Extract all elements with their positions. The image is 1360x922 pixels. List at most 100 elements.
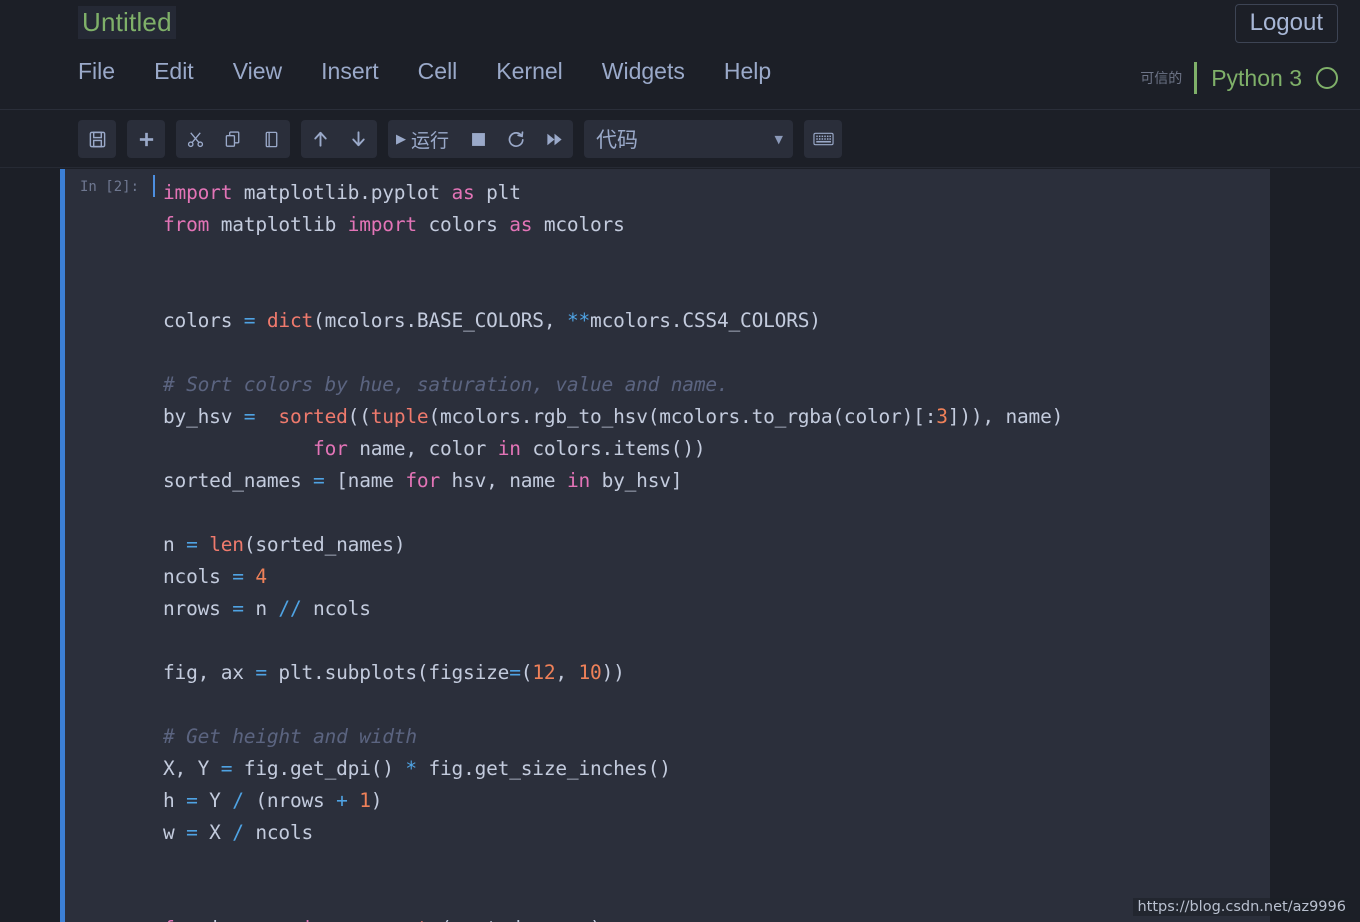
chevron-down-icon: ▼: [774, 132, 784, 146]
code-token: =: [255, 661, 267, 684]
code-token: w: [163, 821, 187, 844]
copy-button[interactable]: [214, 120, 252, 158]
notebook-toolbar: ▶ 运行 代码 ▼: [0, 111, 1360, 168]
menu-item-view[interactable]: View: [233, 60, 305, 83]
code-token: ((: [347, 405, 371, 428]
notebook-header: Untitled Logout File Edit View Insert Ce…: [0, 0, 1360, 110]
save-button[interactable]: [78, 120, 116, 158]
insert-cell-below-button[interactable]: [127, 120, 165, 158]
paste-button[interactable]: [252, 120, 290, 158]
code-token: matplotlib: [220, 213, 348, 236]
notebook-title[interactable]: Untitled: [78, 6, 176, 39]
code-token: mcolors.CSS4_COLORS): [590, 309, 821, 332]
code-token: matplotlib.pyplot: [243, 181, 452, 204]
menu-item-widgets[interactable]: Widgets: [602, 60, 708, 83]
command-palette-button[interactable]: [804, 120, 842, 158]
code-token: +: [336, 789, 348, 812]
menu-item-help[interactable]: Help: [724, 60, 794, 83]
code-token: 3: [936, 405, 948, 428]
menu-item-file[interactable]: File: [78, 60, 138, 83]
code-token: enumerate: [336, 917, 440, 922]
code-token: /: [232, 789, 244, 812]
text-cursor: [153, 175, 155, 197]
code-token: # Get height and width: [163, 725, 417, 748]
code-token: import: [163, 181, 244, 204]
code-token: for: [405, 469, 452, 492]
code-token: plt: [486, 181, 521, 204]
fast-forward-icon: [545, 130, 564, 149]
code-token: (sorted_names): [243, 533, 406, 556]
restart-and-run-all-button[interactable]: [535, 120, 573, 158]
code-token: by_hsv: [163, 405, 244, 428]
code-token: 12: [532, 661, 556, 684]
code-token: 1: [359, 789, 371, 812]
code-cell[interactable]: In [2]: import matplotlib.pyplot as plt f…: [60, 169, 1270, 922]
code-line: for name, color in colors.items()): [163, 433, 1270, 465]
move-cell-up-button[interactable]: [301, 120, 339, 158]
code-token: =: [220, 757, 233, 780]
code-token: hsv, name: [451, 469, 567, 492]
toolbar-group-insert: [127, 120, 165, 158]
code-token: as: [509, 213, 544, 236]
code-token: (mcolors.BASE_COLORS,: [313, 309, 567, 332]
code-line: sorted_names = [name for hsv, name in by…: [163, 465, 1270, 497]
code-line: # Sort colors by hue, saturation, value …: [163, 369, 1270, 401]
floppy-disk-icon: [88, 130, 107, 149]
keyboard-icon: [812, 131, 834, 147]
code-token: fig.get_size_inches(): [416, 757, 671, 780]
code-token: h: [163, 789, 187, 812]
menu-item-kernel[interactable]: Kernel: [496, 60, 585, 83]
cell-prompt: In [2]:: [65, 169, 155, 922]
circle-idle-icon: [1316, 67, 1338, 89]
code-line: n = len(sorted_names): [163, 529, 1270, 561]
code-token: n: [163, 533, 187, 556]
code-token: )): [601, 661, 625, 684]
restart-circular-arrow-icon: [507, 130, 526, 149]
cut-button[interactable]: [176, 120, 214, 158]
code-token: ncols: [163, 565, 233, 588]
kernel-name-label[interactable]: Python 3: [1211, 66, 1302, 90]
code-token: X, Y: [163, 757, 221, 780]
code-token: ])), name): [947, 405, 1064, 428]
notebook-body: In [2]: import matplotlib.pyplot as plt f…: [0, 169, 1360, 922]
code-token: i, name: [209, 917, 301, 922]
code-token: # Sort colors by hue, saturation, value …: [163, 373, 729, 396]
menu-item-cell[interactable]: Cell: [418, 60, 481, 83]
code-token: =: [232, 597, 244, 620]
run-cell-button[interactable]: ▶ 运行: [388, 120, 459, 158]
plus-icon: [137, 130, 156, 149]
menu-item-insert[interactable]: Insert: [321, 60, 402, 83]
interrupt-kernel-button[interactable]: [459, 120, 497, 158]
code-line: by_hsv = sorted((tuple(mcolors.rgb_to_hs…: [163, 401, 1270, 433]
code-line: h = Y / (nrows + 1): [163, 785, 1270, 817]
restart-kernel-button[interactable]: [497, 120, 535, 158]
kernel-indicator-area: 可信的 Python 3: [1140, 62, 1338, 94]
copy-icon: [224, 130, 243, 149]
code-token: (: [520, 661, 533, 684]
code-token: tuple: [370, 405, 429, 428]
logout-button[interactable]: Logout: [1234, 4, 1338, 44]
move-cell-down-button[interactable]: [339, 120, 377, 158]
arrow-up-icon: [311, 129, 330, 149]
code-token: fig, ax: [163, 661, 256, 684]
cell-type-dropdown[interactable]: 代码 ▼: [584, 120, 794, 158]
trusted-badge[interactable]: 可信的: [1140, 68, 1182, 88]
code-line: X, Y = fig.get_dpi() * fig.get_size_inch…: [163, 753, 1270, 785]
code-editor[interactable]: import matplotlib.pyplot as plt from matp…: [155, 169, 1270, 922]
code-token: in: [302, 917, 337, 922]
run-label: 运行: [411, 129, 450, 152]
menu-item-edit[interactable]: Edit: [154, 60, 217, 83]
scissors-icon: [186, 130, 205, 149]
code-token: X: [197, 821, 233, 844]
code-token: (mcolors.rgb_to_hsv(mcolors.to_rgba(colo…: [428, 405, 937, 428]
